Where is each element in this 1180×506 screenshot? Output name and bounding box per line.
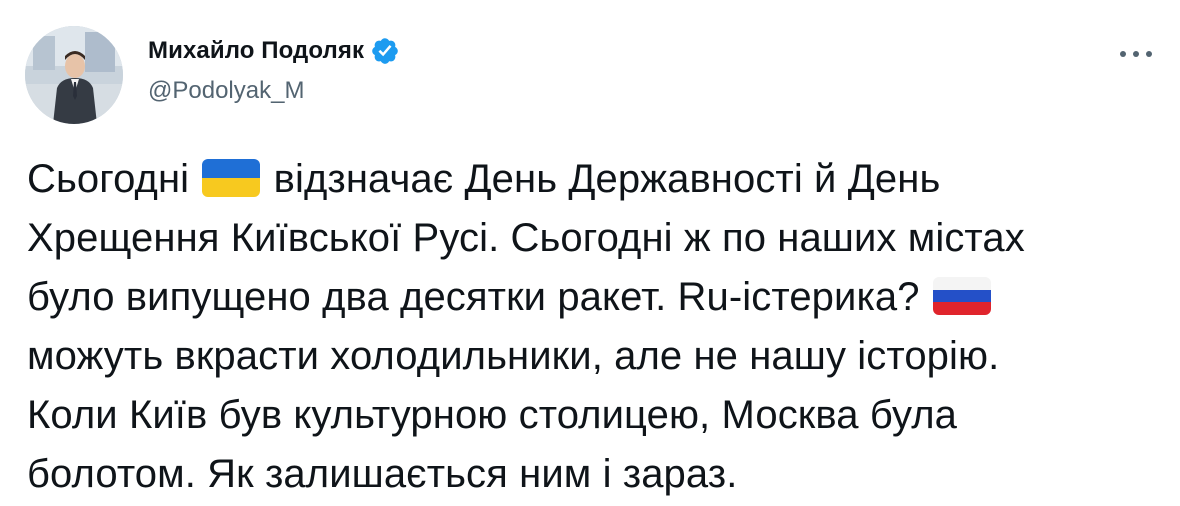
tweet-text-segment: Сьогодні [27, 157, 201, 201]
author-display-name[interactable]: Михайло Подоляк [148, 36, 364, 66]
more-dot [1120, 51, 1126, 57]
tweet-line: було випущено два десятки ракет. Ru-істе… [27, 268, 1167, 327]
tweet-line: Хрещення Київської Русі. Сьогодні ж по н… [27, 216, 1025, 260]
more-dot [1146, 51, 1152, 57]
tweet-text: Сьогодні відзначає День Державності й Де… [27, 150, 1167, 504]
ukraine-flag-icon [202, 159, 261, 197]
tweet-line: Сьогодні відзначає День Державності й Де… [27, 150, 1167, 209]
author-name-row: Михайло Подоляк [148, 36, 400, 66]
tweet-line: Коли Київ був культурною столицею, Москв… [27, 393, 957, 437]
tweet-line: болотом. Як залишається ним і зараз. [27, 452, 738, 496]
more-dot [1133, 51, 1139, 57]
author-handle[interactable]: @Podolyak_M [148, 76, 304, 106]
russia-flag-icon [932, 277, 991, 315]
verified-badge-icon [370, 36, 400, 66]
avatar-photo [25, 26, 123, 124]
tweet-text-segment: було випущено два десятки ракет. Ru-істе… [27, 275, 931, 319]
more-options-icon[interactable] [1120, 42, 1152, 66]
tweet-text-segment: відзначає День Державності й День [262, 157, 941, 201]
tweet-line: можуть вкрасти холодильники, але не нашу… [27, 334, 1000, 378]
avatar[interactable] [25, 26, 123, 124]
